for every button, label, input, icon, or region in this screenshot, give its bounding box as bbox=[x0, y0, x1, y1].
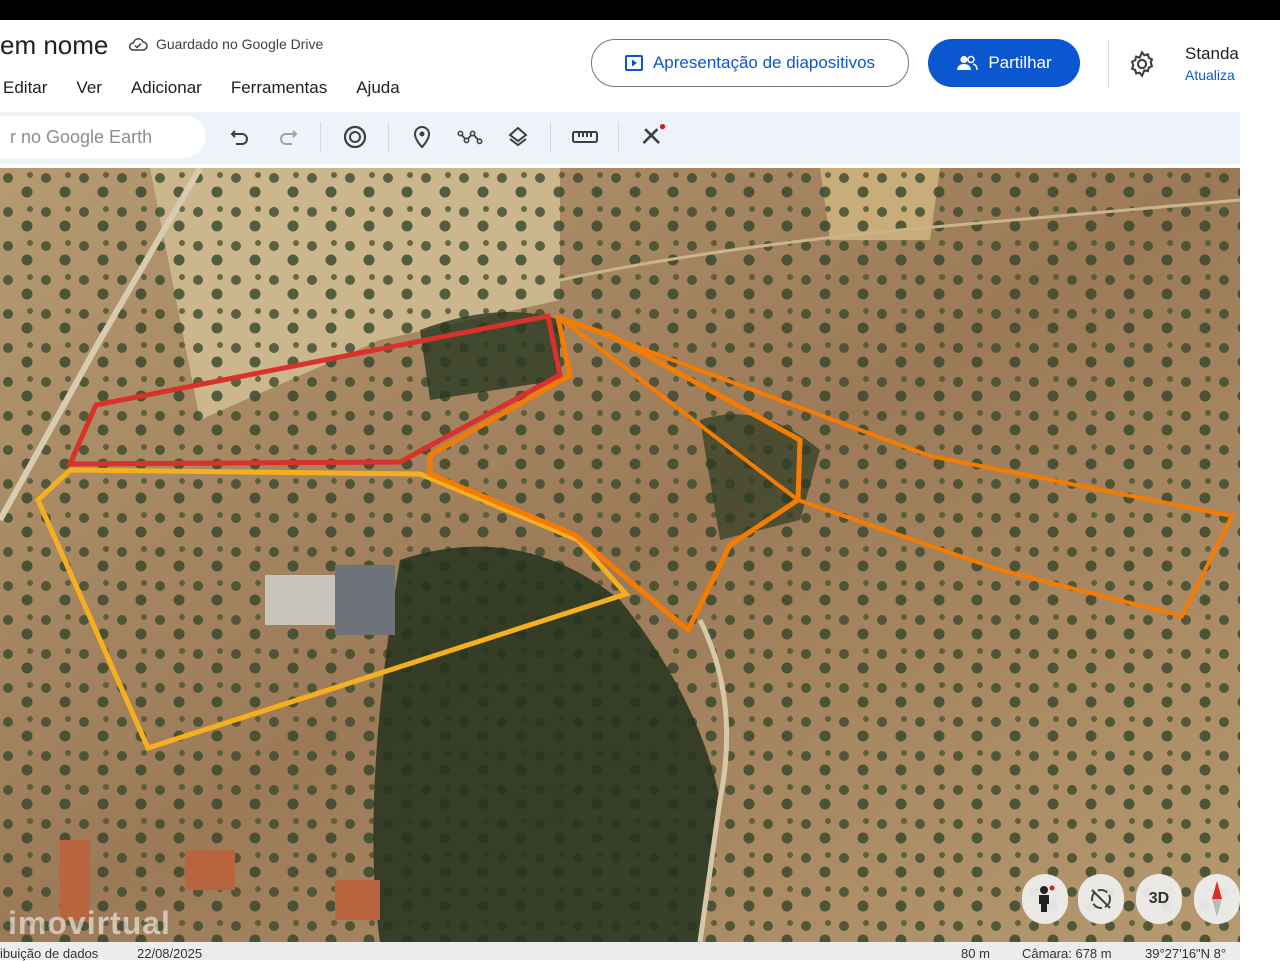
search-input[interactable]: r no Google Earth bbox=[0, 116, 206, 158]
divider bbox=[550, 122, 551, 152]
menu-editar[interactable]: Editar bbox=[3, 78, 47, 98]
menu-ver[interactable]: Ver bbox=[76, 78, 102, 98]
3d-toggle-button[interactable]: 3D bbox=[1136, 874, 1182, 924]
history-globe-icon[interactable] bbox=[342, 124, 368, 150]
divider bbox=[388, 122, 389, 152]
camera-altitude: Câmara: 678 m bbox=[1022, 946, 1112, 961]
compass-button[interactable] bbox=[1194, 874, 1240, 924]
menu-ferramentas[interactable]: Ferramentas bbox=[231, 78, 327, 98]
tools-icon[interactable] bbox=[640, 124, 666, 150]
menu-bar: Editar Ver Adicionar Ferramentas Ajuda bbox=[3, 78, 400, 98]
app-header: em nome Guardado no Google Drive Editar … bbox=[0, 20, 1240, 112]
cloud-check-icon bbox=[128, 38, 148, 51]
page-margin bbox=[1240, 20, 1280, 960]
toolbar: r no Google Earth bbox=[0, 112, 1240, 164]
divider bbox=[618, 122, 619, 152]
undo-icon[interactable] bbox=[227, 124, 253, 150]
rotation-lock-button[interactable] bbox=[1078, 874, 1124, 924]
status-bar: ibuição de dados 22/08/2025 80 m Câmara:… bbox=[0, 942, 1240, 961]
rotate-off-icon bbox=[1091, 889, 1111, 909]
coordinates: 39°27'16"N 8° bbox=[1145, 946, 1227, 961]
slideshow-button[interactable]: Apresentação de diapositivos bbox=[591, 39, 909, 87]
compass-needle-icon bbox=[1212, 881, 1222, 917]
slideshow-label: Apresentação de diapositivos bbox=[652, 53, 876, 72]
share-button[interactable]: Partilhar bbox=[928, 39, 1080, 87]
satellite-map[interactable] bbox=[0, 168, 1240, 942]
play-slideshow-icon bbox=[624, 55, 643, 71]
project-title[interactable]: em nome bbox=[0, 30, 108, 61]
street-view-pegman-button[interactable] bbox=[1022, 874, 1068, 924]
redo-icon[interactable] bbox=[275, 124, 301, 150]
share-label: Partilhar bbox=[988, 53, 1052, 72]
ruler-icon[interactable] bbox=[572, 124, 598, 150]
map-style-label[interactable]: Standa bbox=[1185, 44, 1239, 64]
menu-ajuda[interactable]: Ajuda bbox=[356, 78, 399, 98]
divider bbox=[320, 122, 321, 152]
divider bbox=[1108, 40, 1109, 88]
menu-adicionar[interactable]: Adicionar bbox=[131, 78, 202, 98]
people-icon bbox=[957, 55, 979, 71]
draw-path-icon[interactable] bbox=[457, 124, 483, 150]
imagery-date: 22/08/2025 bbox=[137, 946, 203, 961]
data-attribution[interactable]: ibuição de dados bbox=[0, 946, 98, 961]
pegman-icon bbox=[1039, 885, 1055, 912]
layers-icon[interactable] bbox=[505, 124, 531, 150]
map-imagery[interactable] bbox=[0, 168, 1240, 942]
save-status: Guardado no Google Drive bbox=[128, 36, 323, 52]
imovirtual-watermark: imovirtual bbox=[8, 905, 171, 941]
settings-gear-icon[interactable] bbox=[1128, 50, 1156, 78]
scale-label: 80 m bbox=[961, 946, 990, 961]
save-status-text: Guardado no Google Drive bbox=[156, 36, 324, 52]
placemark-icon[interactable] bbox=[409, 124, 435, 150]
update-link[interactable]: Atualiza bbox=[1185, 67, 1235, 83]
screen-top-bar bbox=[0, 0, 1280, 20]
